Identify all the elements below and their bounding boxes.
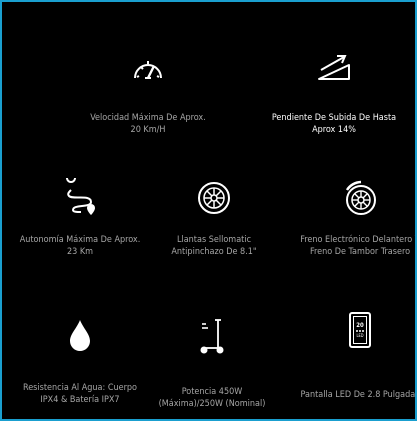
water-drop-icon — [70, 320, 90, 351]
feature-label-line2: 20 Km/H — [130, 125, 166, 135]
led-display-icon: 20 LED — [349, 312, 371, 348]
feature-power: Potencia 450W (Máxima)/250W (Nominal) — [132, 310, 292, 410]
feature-label-line1: Freno Electrónico Delantero Y — [300, 235, 417, 245]
feature-label-line1: Potencia 450W — [181, 387, 243, 397]
feature-label-line2: Antipinchazo De 8.1" — [171, 247, 257, 257]
feature-label-line1: Pantalla LED De 2.8 Pulgadas — [300, 390, 417, 400]
feature-label-line1: Llantas Sellomatic — [176, 235, 252, 245]
feature-brakes: Freno Electrónico Delantero Y Freno De T… — [280, 172, 417, 272]
feature-label-line1: Pendiente De Subida De Hasta — [271, 113, 397, 123]
feature-tires: Llantas Sellomatic Antipinchazo De 8.1" — [134, 172, 294, 272]
speedometer-icon — [134, 61, 162, 79]
feature-max-speed: Velocidad Máxima De Aprox. 20 Km/H — [68, 50, 228, 150]
brake-wheel-icon — [345, 180, 376, 215]
incline-icon — [318, 55, 350, 80]
feature-label-line2: Freno De Tambor Trasero — [309, 247, 411, 257]
feature-label-line2: Aprox 14% — [312, 125, 356, 135]
feature-led-display: 20 LED Pantalla LED De 2.8 Pulgadas — [280, 310, 417, 410]
route-icon — [66, 178, 95, 215]
led-display-text: LED — [356, 332, 364, 338]
feature-label-line2: (Máxima)/250W (Nominal) — [158, 399, 266, 409]
tire-icon — [198, 182, 230, 214]
led-display-dots — [356, 329, 364, 332]
feature-incline: Pendiente De Subida De Hasta Aprox 14% — [254, 50, 414, 150]
feature-panel: Velocidad Máxima De Aprox. 20 Km/H Pendi… — [0, 0, 417, 421]
led-display-number: 20 — [356, 321, 364, 329]
scooter-icon — [200, 319, 224, 354]
feature-label-line1: Velocidad Máxima De Aprox. — [90, 113, 206, 123]
